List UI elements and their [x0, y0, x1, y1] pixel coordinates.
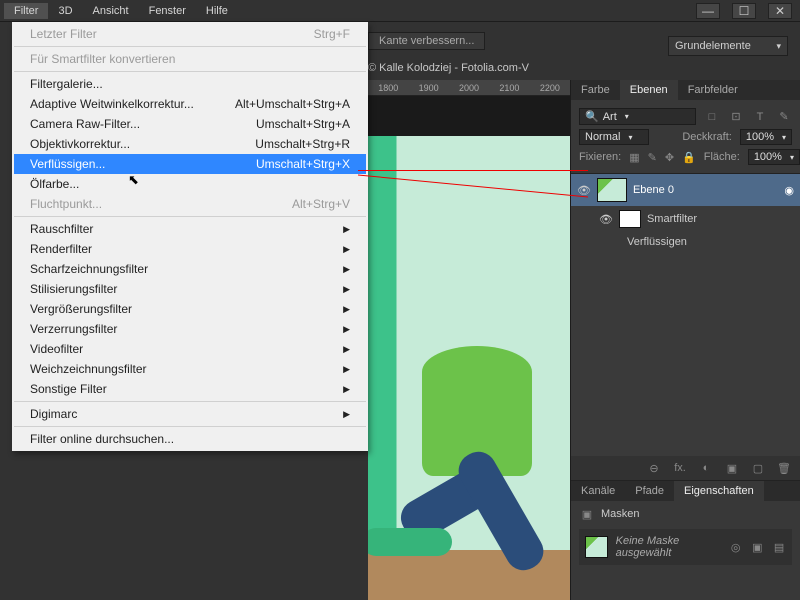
menu-item[interactable]: Weichzeichnungsfilter▶	[14, 359, 366, 379]
trash-icon[interactable]: ▤	[772, 540, 786, 554]
filter-image-icon[interactable]: □	[704, 110, 720, 124]
document-tab[interactable]: © Kalle Kolodziej - Fotolia.com-V	[368, 62, 529, 74]
filter-text-icon[interactable]: T	[752, 110, 768, 124]
menu-item[interactable]: Rauschfilter▶	[14, 219, 366, 239]
menu-item[interactable]: Scharfzeichnungsfilter▶	[14, 259, 366, 279]
no-mask-label: Keine Maske ausgewählt	[616, 535, 721, 559]
smartfilter-label: Smartfilter	[647, 213, 697, 225]
menu-item[interactable]: Objektivkorrektur...Umschalt+Strg+R	[14, 134, 366, 154]
opacity-label: Deckkraft:	[682, 131, 732, 143]
filter-name: Verflüssigen	[627, 236, 687, 248]
delete-layer-icon[interactable]: 🗑	[776, 461, 792, 475]
cursor-icon: ⬉	[128, 172, 139, 188]
menubar: Filter 3D Ansicht Fenster Hilfe — ☐ ✕	[0, 0, 800, 22]
smart-object-icon: ◉	[784, 184, 794, 197]
menu-item[interactable]: Camera Raw-Filter...Umschalt+Strg+A	[14, 114, 366, 134]
lock-pixels-icon[interactable]: ▦	[629, 150, 639, 164]
layer-mask-icon[interactable]: ◐	[698, 461, 714, 475]
fill-dropdown-label: Grundelemente	[675, 40, 751, 52]
layers-footer: ⊖ fx. ◐ ▣ ▢ 🗑	[571, 456, 800, 480]
lock-label: Fixieren:	[579, 151, 621, 163]
menu-item[interactable]: Renderfilter▶	[14, 239, 366, 259]
menu-fenster[interactable]: Fenster	[139, 3, 196, 19]
fill-label: Fläche:	[704, 151, 740, 163]
fill-field[interactable]: 100%	[748, 149, 800, 165]
tab-farbe[interactable]: Farbe	[571, 80, 620, 100]
menu-item: Letzter FilterStrg+F	[14, 24, 366, 44]
fill-dropdown[interactable]: Grundelemente	[668, 36, 788, 56]
layer-thumb	[597, 178, 627, 202]
maximize-button[interactable]: ☐	[732, 3, 756, 19]
filter-adjust-icon[interactable]: ⊡	[728, 110, 744, 124]
menu-hilfe[interactable]: Hilfe	[196, 3, 238, 19]
masks-label: Masken	[601, 508, 640, 520]
menu-item: Fluchtpunkt...Alt+Strg+V	[14, 194, 366, 214]
menu-item[interactable]: Vergrößerungsfilter▶	[14, 299, 366, 319]
new-group-icon[interactable]: ▣	[724, 461, 740, 475]
visibility-toggle[interactable]: 👁	[599, 213, 613, 226]
smartfilter-group[interactable]: 👁 Smartfilter	[571, 206, 800, 232]
menu-item[interactable]: Filter online durchsuchen...	[14, 429, 366, 449]
filter-menu-dropdown: Letzter FilterStrg+F Für Smartfilter konv…	[12, 22, 368, 451]
kind-filter-dropdown[interactable]: 🔍 Art	[579, 108, 696, 125]
opacity-field[interactable]: 100%	[740, 129, 792, 145]
link-layers-icon[interactable]: ⊖	[646, 461, 662, 475]
menu-item[interactable]: Filtergalerie...	[14, 74, 366, 94]
ruler: 18001900200021002200	[368, 80, 570, 96]
tab-pfade[interactable]: Pfade	[625, 481, 674, 501]
vector-mask-icon[interactable]: ▣	[751, 540, 765, 554]
menu-filter[interactable]: Filter	[4, 3, 48, 19]
layer-ebene0[interactable]: 👁 Ebene 0 ◉	[571, 174, 800, 206]
filter-verfluessigen[interactable]: Verflüssigen	[571, 232, 800, 252]
layer-name: Ebene 0	[633, 184, 674, 196]
minimize-button[interactable]: —	[696, 3, 720, 19]
tab-kanaele[interactable]: Kanäle	[571, 481, 625, 501]
menu-item[interactable]: Stilisierungsfilter▶	[14, 279, 366, 299]
menu-item[interactable]: Digimarc▶	[14, 404, 366, 424]
menu-item[interactable]: Verzerrungsfilter▶	[14, 319, 366, 339]
new-layer-icon[interactable]: ▢	[750, 461, 766, 475]
mask-thumb	[585, 536, 608, 558]
panels-right: Farbe Ebenen Farbfelder 🔍 Art □ ⊡ T ✎ No…	[570, 80, 800, 600]
menu-item[interactable]: Videofilter▶	[14, 339, 366, 359]
refine-edge-button[interactable]: Kante verbessern...	[368, 32, 485, 50]
lock-all-icon[interactable]: 🔒	[682, 150, 696, 164]
window-controls: — ☐ ✕	[696, 3, 800, 19]
close-button[interactable]: ✕	[768, 3, 792, 19]
menu-item[interactable]: Ölfarbe...	[14, 174, 366, 194]
menu-item[interactable]: Sonstige Filter▶	[14, 379, 366, 399]
layer-fx-icon[interactable]: fx.	[672, 461, 688, 475]
pixel-mask-icon[interactable]: ◎	[729, 540, 743, 554]
panel-tabs-top: Farbe Ebenen Farbfelder	[571, 80, 800, 100]
mask-icon: ▣	[579, 507, 595, 521]
menu-ansicht[interactable]: Ansicht	[83, 3, 139, 19]
blend-mode-dropdown[interactable]: Normal	[579, 129, 649, 145]
lock-move-icon[interactable]: ✥	[665, 150, 674, 164]
menu-item[interactable]: Adaptive Weitwinkelkorrektur...Alt+Umsch…	[14, 94, 366, 114]
properties-panel: Kanäle Pfade Eigenschaften ▣ Masken Keine…	[571, 480, 800, 600]
tab-ebenen[interactable]: Ebenen	[620, 80, 678, 100]
filter-shape-icon[interactable]: ✎	[776, 110, 792, 124]
menu-3d[interactable]: 3D	[48, 3, 82, 19]
tab-farbfelder[interactable]: Farbfelder	[678, 80, 748, 100]
tab-eigenschaften[interactable]: Eigenschaften	[674, 481, 764, 501]
options-bar: Kante verbessern...	[368, 32, 570, 50]
menu-item[interactable]: Verflüssigen...Umschalt+Strg+X	[14, 154, 366, 174]
menu-item: Für Smartfilter konvertieren	[14, 49, 366, 69]
lock-brush-icon[interactable]: ✎	[648, 150, 657, 164]
filter-mask-thumb	[619, 210, 641, 228]
layers-list: 👁 Ebene 0 ◉ 👁 Smartfilter Verflüssigen	[571, 174, 800, 456]
